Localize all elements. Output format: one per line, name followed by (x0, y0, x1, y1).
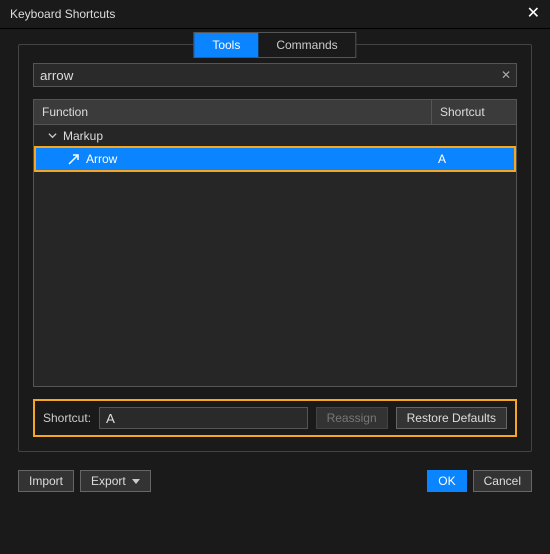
table-body: Markup Arrow A (34, 125, 516, 386)
ok-button[interactable]: OK (427, 470, 466, 492)
main-panel: Tools Commands ✕ Function Shortcut Marku… (18, 44, 532, 452)
group-label: Markup (63, 129, 103, 143)
dialog-footer: Import Export OK Cancel (0, 462, 550, 500)
search-wrap: ✕ (33, 63, 517, 87)
chevron-down-icon (48, 129, 57, 143)
cell-function: Arrow (36, 152, 430, 166)
window-title: Keyboard Shortcuts (10, 7, 115, 21)
reassign-button[interactable]: Reassign (316, 407, 388, 429)
item-name: Arrow (86, 152, 117, 166)
tab-commands[interactable]: Commands (258, 33, 355, 57)
group-row-markup[interactable]: Markup (34, 125, 516, 147)
shortcut-editor: Shortcut: Reassign Restore Defaults (33, 399, 517, 437)
export-button[interactable]: Export (80, 470, 151, 492)
clear-search-icon[interactable]: ✕ (501, 68, 511, 82)
titlebar: Keyboard Shortcuts ✕ (0, 0, 550, 29)
search-input[interactable] (33, 63, 517, 87)
shortcuts-table: Function Shortcut Markup Arrow (33, 99, 517, 387)
table-header: Function Shortcut (34, 100, 516, 125)
restore-defaults-button[interactable]: Restore Defaults (396, 407, 507, 429)
footer-right: OK Cancel (427, 470, 532, 492)
col-function[interactable]: Function (34, 100, 432, 124)
col-shortcut[interactable]: Shortcut (432, 100, 516, 124)
cell-shortcut: A (430, 152, 514, 166)
chevron-down-icon (132, 479, 140, 484)
export-label: Export (91, 474, 126, 488)
dialog-content: Tools Commands ✕ Function Shortcut Marku… (0, 29, 550, 462)
footer-left: Import Export (18, 470, 151, 492)
shortcut-input[interactable] (99, 407, 308, 429)
tab-strip: Tools Commands (193, 32, 356, 58)
shortcut-label: Shortcut: (43, 411, 91, 425)
table-row-arrow[interactable]: Arrow A (36, 148, 514, 170)
cancel-button[interactable]: Cancel (473, 470, 532, 492)
arrow-icon (66, 152, 80, 166)
tab-tools[interactable]: Tools (194, 33, 258, 57)
import-button[interactable]: Import (18, 470, 74, 492)
close-icon[interactable]: ✕ (527, 6, 540, 22)
